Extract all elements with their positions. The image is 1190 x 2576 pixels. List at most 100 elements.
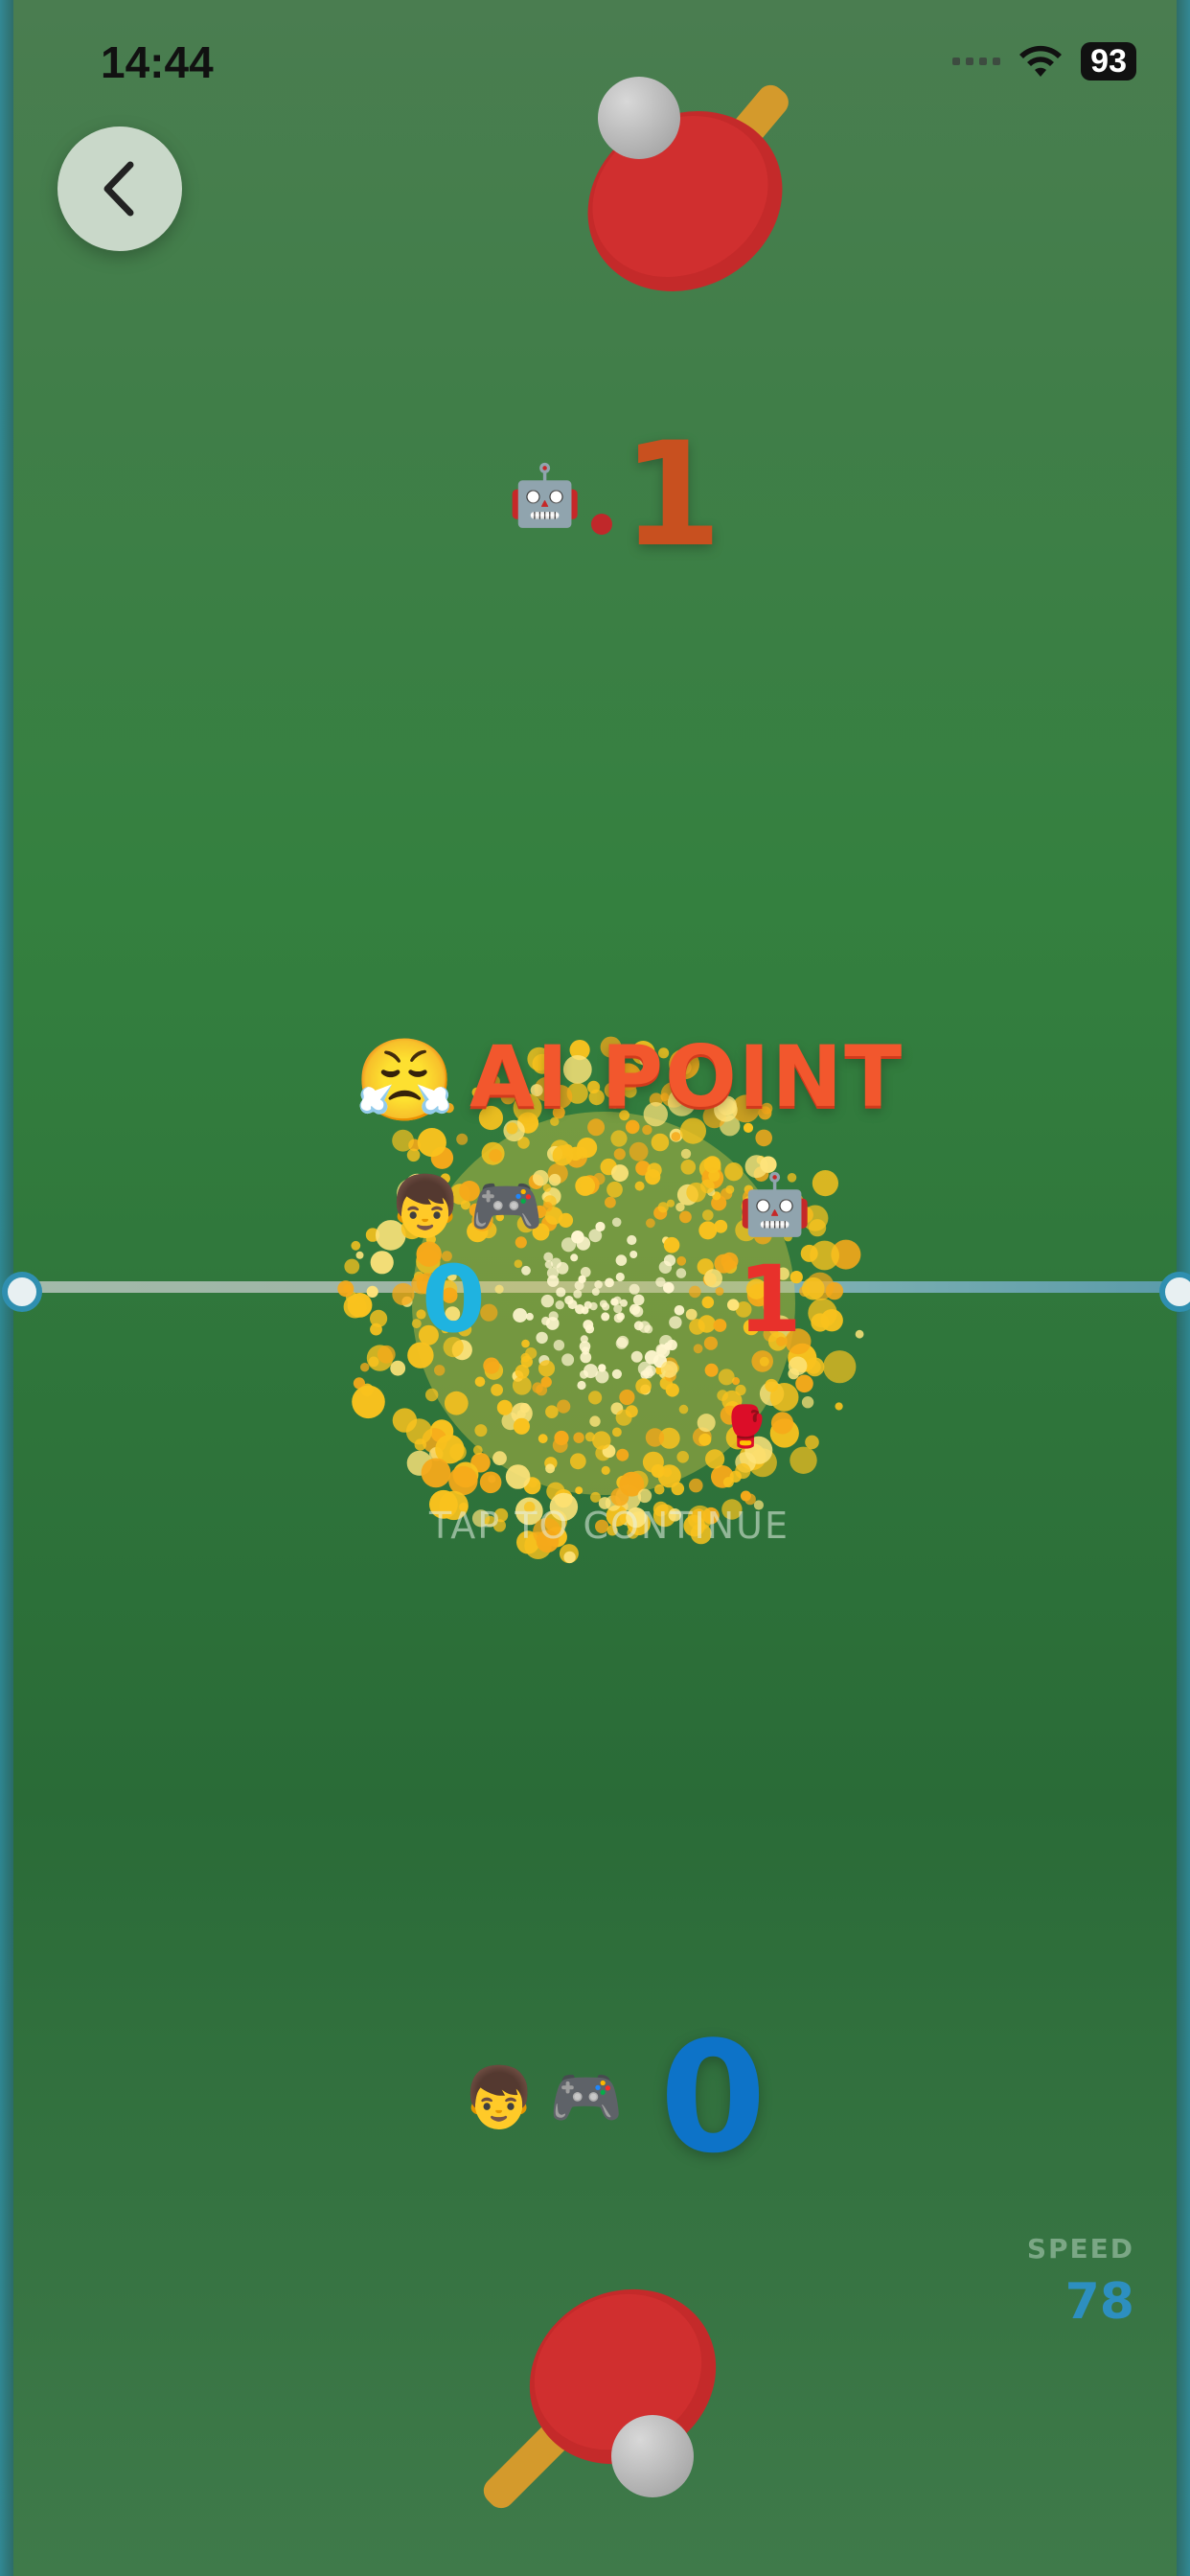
player-score-bottom: 👦 🎮 0: [462, 2008, 767, 2187]
confetti-particle: [680, 1160, 697, 1175]
confetti-particle: [630, 1350, 643, 1363]
confetti-particle: [563, 1551, 576, 1564]
confetti-particle: [770, 1412, 794, 1435]
confetti-particle: [615, 1337, 628, 1349]
confetti-particle: [718, 1368, 735, 1386]
confetti-particle: [663, 1236, 680, 1254]
confetti-particle: [835, 1402, 843, 1411]
confetti-particle: [505, 1464, 531, 1489]
panel-player-score: 0: [422, 1246, 486, 1353]
confetti-particle: [561, 1237, 577, 1253]
ball-top: [598, 77, 680, 159]
confetti-particle: [538, 1434, 548, 1444]
confetti-particle: [610, 1130, 628, 1147]
confetti-particle: [729, 1470, 742, 1483]
boy-icon: 👦: [462, 2061, 537, 2132]
panel-ai-score: 1: [738, 1246, 802, 1353]
confetti-particle: [795, 1374, 813, 1393]
confetti-particle: [659, 1335, 674, 1348]
status-time: 14:44: [101, 37, 214, 87]
confetti-particle: [599, 1300, 607, 1308]
confetti-particle: [759, 1356, 769, 1367]
confetti-particle: [512, 1375, 532, 1395]
confetti-particle: [521, 1339, 530, 1348]
confetti-particle: [570, 1254, 579, 1262]
ai-score-top: 🤖 1: [508, 412, 722, 579]
confetti-particle: [573, 1289, 583, 1299]
confetti-particle: [680, 1148, 692, 1160]
confetti-particle: [713, 1319, 727, 1332]
confetti-particle: [675, 1268, 687, 1278]
confetti-particle: [520, 1352, 531, 1363]
gamepad-icon: 🎮: [549, 2061, 624, 2132]
serve-dot: [591, 514, 613, 535]
confetti-particle: [612, 1427, 622, 1438]
confetti-particle: [605, 1277, 614, 1288]
confetti-particle: [344, 1258, 360, 1275]
confetti-particle: [417, 1128, 446, 1158]
status-icons: 93: [952, 42, 1136, 80]
confetti-particle: [812, 1170, 839, 1197]
confetti-particle: [613, 1304, 623, 1314]
confetti-particle: [370, 1251, 394, 1275]
confetti-particle: [689, 1319, 705, 1335]
confetti-particle: [645, 1428, 665, 1447]
confetti-particle: [725, 1184, 735, 1194]
confetti-particle: [632, 1294, 645, 1306]
back-button[interactable]: [57, 126, 182, 251]
confetti-particle: [698, 1221, 718, 1240]
confetti-particle: [351, 1240, 361, 1251]
confetti-particle: [556, 1287, 566, 1298]
boy-icon: 👦: [388, 1171, 463, 1241]
confetti-particle: [698, 1433, 712, 1446]
confetti-particle: [800, 1244, 818, 1262]
confetti-particle: [735, 1384, 746, 1396]
confetti-particle: [613, 1296, 622, 1305]
confetti-particle: [663, 1254, 676, 1267]
confetti-particle: [669, 1316, 682, 1329]
confetti-particle: [601, 1465, 610, 1475]
confetti-particle: [606, 1181, 623, 1198]
confetti-particle: [671, 1132, 681, 1141]
confetti-particle: [555, 1300, 564, 1310]
confetti-particle: [444, 1391, 469, 1415]
confetti-particle: [629, 1251, 638, 1258]
confetti-particle: [343, 1295, 367, 1319]
confetti-particle: [370, 1309, 388, 1327]
confetti-particle: [594, 1280, 603, 1289]
robot-icon: 🤖: [508, 460, 583, 530]
confetti-particle: [548, 1173, 561, 1186]
confetti-particle: [547, 1275, 560, 1287]
confetti-particle: [660, 1361, 678, 1378]
confetti-particle: [337, 1280, 355, 1298]
confetti-particle: [406, 1148, 421, 1162]
confetti-particle: [556, 1261, 569, 1275]
confetti-particle: [704, 1363, 719, 1377]
boxing-glove-icon: 🥊: [721, 1403, 771, 1450]
confetti-particle: [646, 1218, 655, 1229]
confetti-particle: [701, 1296, 715, 1309]
confetti-particle: [578, 1275, 586, 1284]
confetti-particle: [689, 1285, 701, 1299]
confetti-particle: [615, 1272, 625, 1282]
confetti-particle: [702, 1209, 714, 1221]
confetti-particle: [558, 1212, 574, 1228]
confetti-particle: [676, 1451, 689, 1463]
confetti-particle: [651, 1133, 670, 1152]
confetti-particle: [483, 1357, 500, 1374]
tap-to-continue[interactable]: TAP TO CONTINUE: [429, 1505, 790, 1547]
confetti-particle: [657, 1202, 669, 1213]
confetti-particle: [611, 1368, 622, 1379]
confetti-particle: [705, 1449, 725, 1469]
confetti-particle: [823, 1350, 857, 1384]
confetti-particle: [616, 1312, 625, 1321]
confetti-particle: [472, 1445, 483, 1455]
confetti-particle: [615, 1254, 628, 1266]
confetti-particle: [613, 1148, 626, 1161]
confetti-particle: [474, 1376, 486, 1388]
confetti-particle: [545, 1405, 559, 1418]
confetti-particle: [703, 1269, 722, 1288]
confetti-particle: [557, 1399, 571, 1414]
confetti-particle: [801, 1396, 814, 1409]
player-paddle[interactable]: [460, 2271, 728, 2520]
